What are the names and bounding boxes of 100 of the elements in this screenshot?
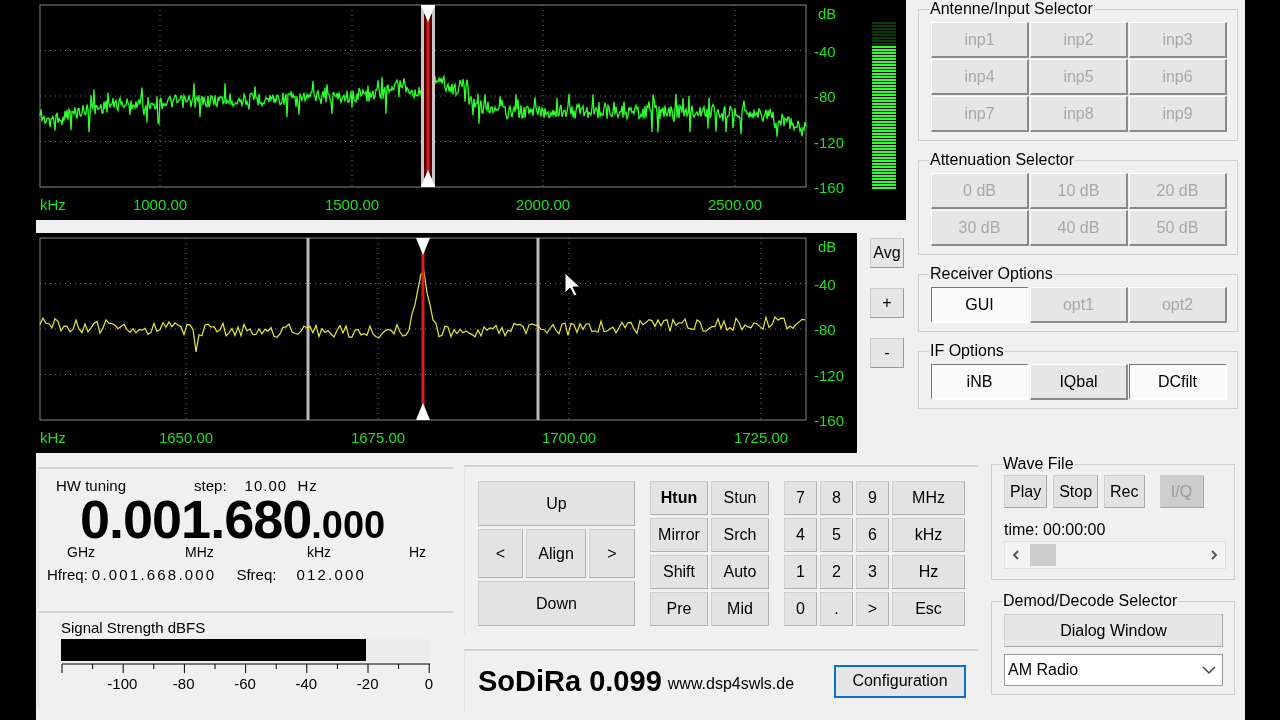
axis-label: -40 [814, 275, 836, 293]
keypad-key[interactable]: 0 [784, 592, 817, 626]
function-key[interactable]: Pre [650, 592, 708, 626]
keypad-key[interactable]: 8 [820, 481, 853, 515]
function-key[interactable]: Mirror [650, 518, 708, 552]
meter-title: Signal Strength dBFS [61, 619, 207, 636]
wave-button[interactable]: Rec [1104, 475, 1145, 508]
axis-unit: kHz [40, 196, 66, 213]
right-button[interactable]: > [589, 529, 635, 578]
keypad-key[interactable]: MHz [892, 481, 965, 515]
axis-label: 1725.00 [733, 429, 789, 446]
keypad-key[interactable]: kHz [892, 518, 965, 552]
unit-label: MHz [185, 544, 215, 560]
unit-label: GHz [67, 544, 96, 560]
hfreq-value: 0.001.668.000 [91, 566, 217, 583]
scroll-thumb[interactable] [1030, 544, 1056, 566]
function-key[interactable]: Shift [650, 555, 708, 589]
keypad-key[interactable]: . [820, 592, 853, 626]
axis-label: 1650.00 [158, 429, 214, 446]
tuning-marker[interactable] [416, 238, 430, 420]
hfreq-label: Hfreq: [47, 566, 88, 583]
group-title: Wave File [1002, 455, 1075, 473]
group-title: IF Options [929, 342, 1005, 360]
option-button[interactable]: IQbal [1030, 364, 1128, 400]
tuning-mode: HW tuning [56, 477, 127, 494]
keypad-key[interactable]: Hz [892, 555, 965, 589]
function-key[interactable]: Htun [650, 481, 708, 515]
group-title: Demod/Decode Selector [1002, 592, 1179, 610]
keypad-key[interactable]: 9 [856, 481, 889, 515]
keypad-key[interactable]: 5 [820, 518, 853, 552]
sfreq-value: 012.000 [296, 566, 367, 583]
unit-label: kHz [307, 544, 333, 560]
axis-label: -80 [814, 88, 836, 105]
axis-label: 1700.00 [541, 429, 597, 446]
axis-label: -40 [814, 42, 836, 60]
unit-label: Hz [409, 544, 427, 560]
chevron-left-icon[interactable] [1011, 549, 1021, 561]
keypad-key[interactable]: 7 [784, 481, 817, 515]
dialog-window-button[interactable]: Dialog Window [1004, 614, 1223, 647]
mode-dropdown[interactable]: AM Radio [1004, 654, 1223, 686]
keypad-key[interactable]: 6 [856, 518, 889, 552]
down-button[interactable]: Down [478, 581, 635, 626]
axis-label: 1675.00 [350, 429, 406, 446]
website-link[interactable]: www.dsp4swls.de [667, 675, 795, 693]
function-key[interactable]: Mid [711, 592, 769, 626]
keypad-key[interactable]: 1 [784, 555, 817, 589]
configuration-button[interactable]: Configuration [834, 664, 966, 698]
sfreq-label: Sfreq: [236, 566, 277, 583]
option-button[interactable]: iNB [931, 364, 1029, 400]
axis-label: 2500.00 [707, 196, 763, 213]
group-title: Attenuation Selector [929, 151, 1076, 169]
group-title: Receiver Options [929, 265, 1054, 283]
app-name: SoDiRa 0.099 [478, 664, 662, 698]
axis-label: -160 [814, 412, 845, 429]
up-button[interactable]: Up [478, 481, 635, 526]
spectrum-button[interactable]: + [870, 288, 904, 318]
frequency-display: 0.001.680 [80, 496, 312, 542]
keypad-key[interactable]: 2 [820, 555, 853, 589]
axis-label: 1500.00 [324, 196, 380, 213]
function-key[interactable]: Srch [711, 518, 769, 552]
axis-unit: kHz [40, 429, 66, 446]
scrollbar[interactable] [1004, 541, 1226, 569]
time-display: time: 00:00:00 [1004, 521, 1107, 539]
step-label: step: [194, 477, 227, 494]
keypad-key[interactable]: 4 [784, 518, 817, 552]
scale-label: -60 [234, 675, 256, 692]
wave-button[interactable]: Stop [1053, 475, 1099, 508]
tuning-marker[interactable] [421, 5, 435, 187]
option-button[interactable]: DCfilt [1129, 364, 1227, 400]
chevron-down-icon[interactable] [1202, 665, 1216, 675]
frequency-fine: .000 [311, 503, 386, 546]
axis-label: 2000.00 [515, 196, 571, 213]
keypad-key[interactable]: Esc [892, 592, 965, 626]
axis-label: -160 [814, 179, 845, 196]
scale-label: -80 [172, 675, 195, 692]
axis-label: -120 [814, 133, 845, 151]
group-title: Antenne/Input Selector [929, 0, 1094, 18]
left-button[interactable]: < [478, 529, 523, 578]
mouse-pointer-icon [564, 272, 581, 297]
chevron-right-icon[interactable] [1209, 549, 1219, 561]
axis-label: -120 [814, 366, 845, 384]
function-key[interactable]: Stun [711, 481, 769, 515]
keypad-key[interactable]: 3 [856, 555, 889, 589]
spectrum-button[interactable]: Avg [870, 238, 904, 268]
filter-edge-line[interactable] [536, 238, 540, 420]
spectrum-button[interactable]: - [870, 338, 904, 368]
wave-button[interactable]: Play [1004, 475, 1048, 508]
scale-label: -40 [295, 675, 318, 692]
scale-label: -20 [356, 675, 379, 692]
axis-unit: dB [818, 5, 837, 22]
axis-unit: dB [818, 238, 837, 255]
function-key[interactable]: Auto [711, 555, 769, 589]
axis-label: 1000.00 [132, 196, 188, 213]
keypad-key[interactable]: > [856, 592, 889, 626]
align-button[interactable]: Align [526, 529, 586, 578]
filter-edge-line[interactable] [306, 238, 310, 420]
step-value: 10.00 Hz [244, 477, 318, 494]
axis-label: -80 [814, 321, 836, 338]
scale-label: -100 [107, 675, 138, 692]
option-button[interactable]: GUI [931, 287, 1029, 323]
